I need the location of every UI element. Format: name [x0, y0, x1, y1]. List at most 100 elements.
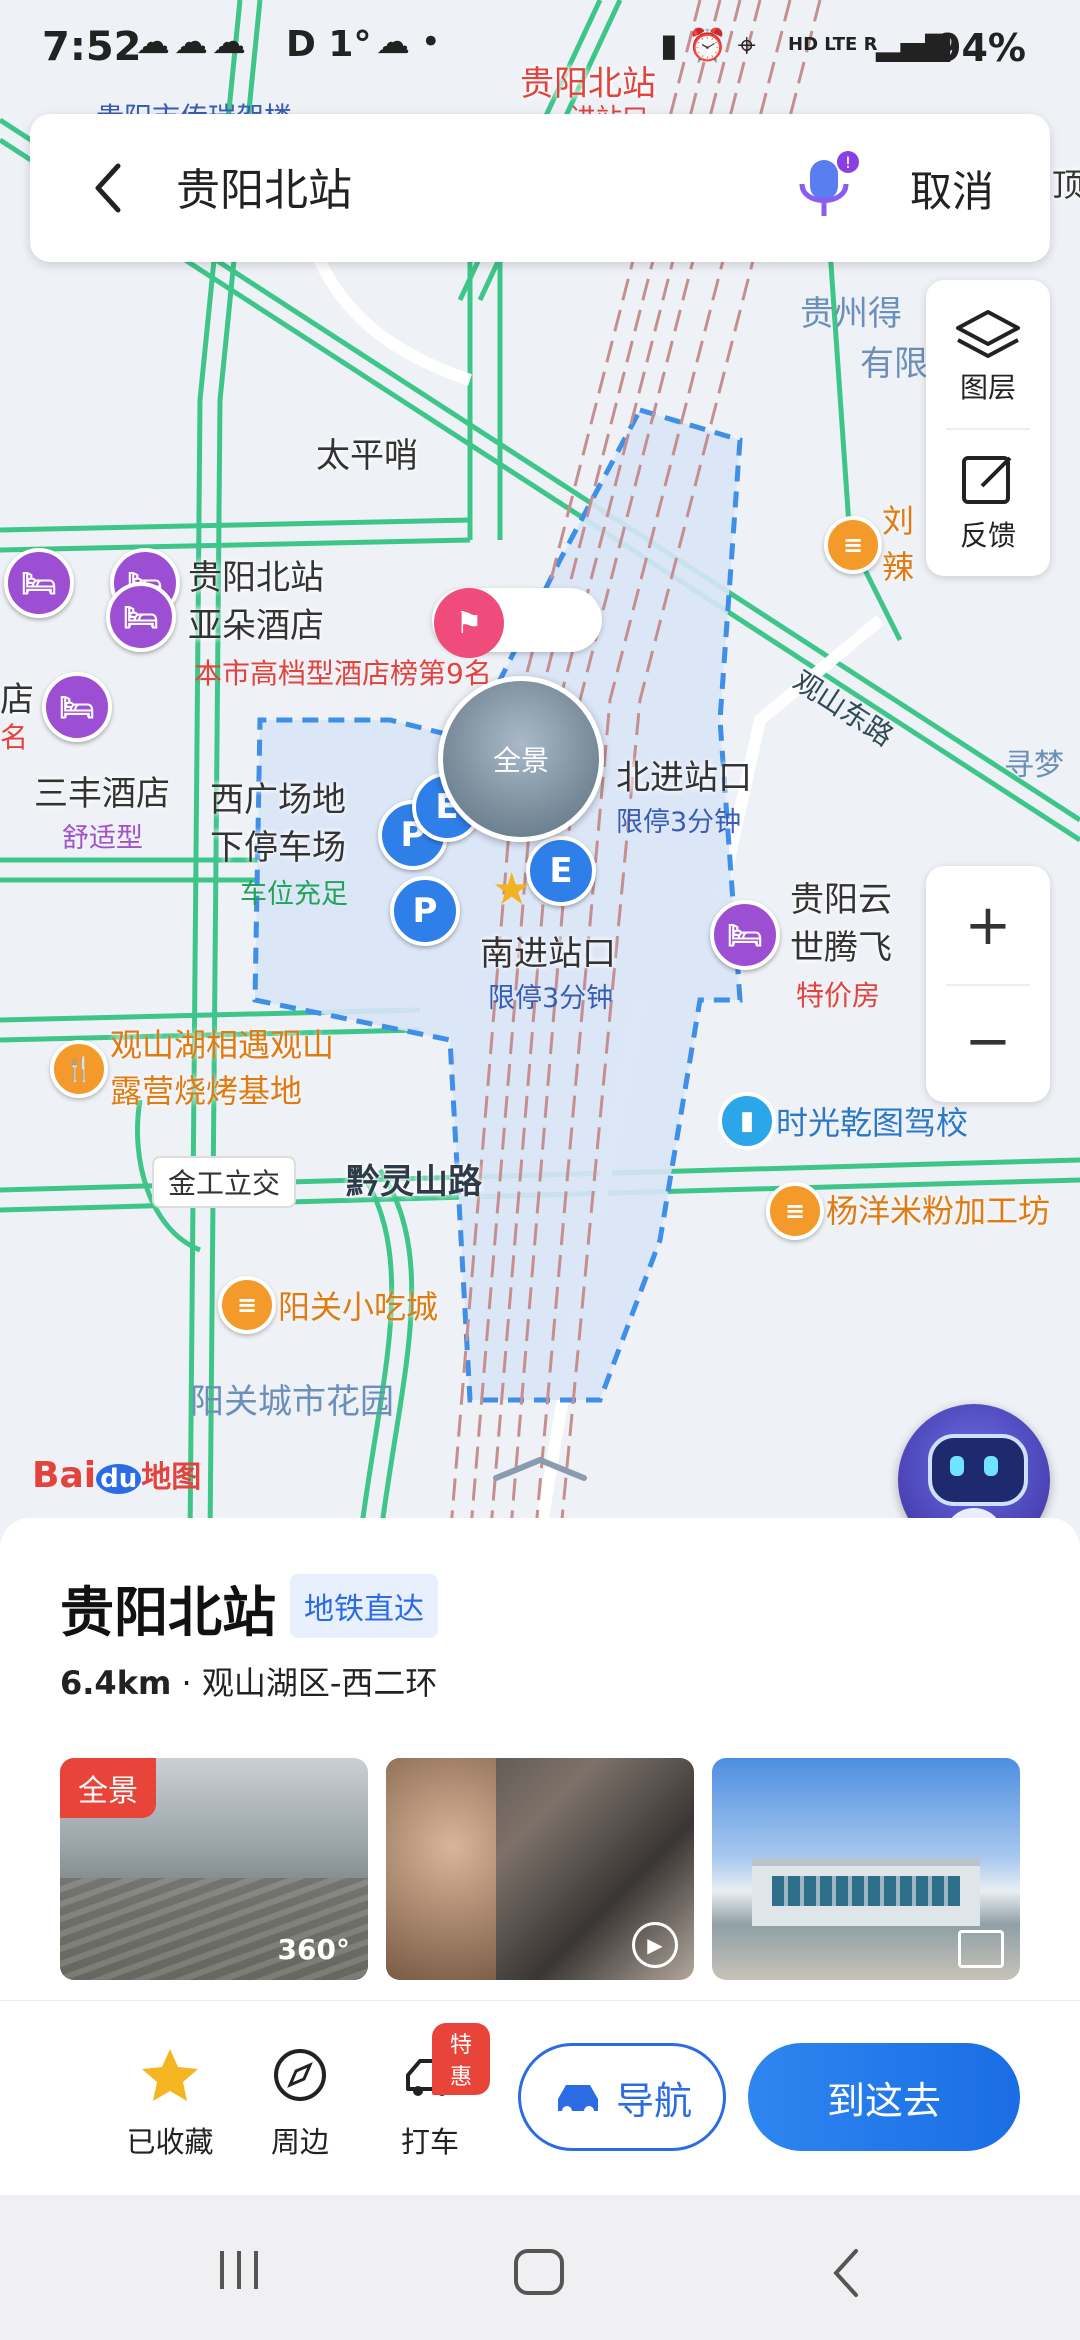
place-distance: 6.4km	[60, 1664, 172, 1702]
favorite-label: 已收藏	[126, 2125, 214, 2159]
taxi-promo-badge: 特惠	[432, 2023, 490, 2095]
poi-label-company2: 有限	[860, 344, 928, 384]
poi-label-rice-noodle[interactable]: 杨洋米粉加工坊	[826, 1186, 1050, 1232]
panorama-label: 全景	[492, 744, 549, 777]
hotel-name-line2[interactable]: 亚朵酒店	[188, 598, 324, 647]
panorama-photo[interactable]: 全景 360°	[60, 1758, 368, 1980]
home-icon[interactable]	[512, 2247, 568, 2301]
area-label-yangguan-garden: 阳关城市花园	[190, 1382, 394, 1422]
go-here-button[interactable]: 到这去	[748, 2043, 1020, 2151]
car-icon	[557, 2085, 598, 2116]
zoom-controls: + −	[926, 866, 1050, 1102]
search-query[interactable]: 贵阳北站	[176, 154, 352, 218]
system-nav-bar	[0, 2195, 1080, 2340]
layers-button[interactable]: 图层	[926, 280, 1050, 426]
poi-label-bbq1[interactable]: 观山湖相遇观山	[110, 1020, 334, 1066]
panorama-tag: 全景	[60, 1758, 156, 1818]
poi-label-company[interactable]: 贵州得	[800, 286, 902, 335]
star-icon	[142, 2049, 198, 2101]
navigate-label: 导航	[615, 2078, 692, 2123]
video-photo[interactable]: ▶	[386, 1758, 694, 1980]
poi-label-driving-school[interactable]: 时光乾图驾校	[776, 1098, 968, 1144]
navigate-button[interactable]: 导航	[518, 2043, 726, 2151]
action-bar: 已收藏 周边 打车 特惠 导航 到这去	[0, 2000, 1080, 2196]
taxi-button[interactable]: 打车 特惠	[370, 2023, 490, 2161]
divider	[946, 984, 1030, 986]
hotel-left-rank: 名	[0, 721, 29, 754]
back-arrow-icon[interactable]	[88, 158, 128, 218]
north-entry-label[interactable]: 北进站口	[616, 750, 752, 799]
status-icons: ▮ ⏰ ⌖	[660, 26, 756, 64]
hotel-left-label: 店	[0, 680, 34, 720]
restaurant-icon[interactable]: ≡	[824, 516, 882, 574]
feedback-button[interactable]: 反馈	[926, 430, 1050, 576]
play-icon: ▶	[632, 1922, 678, 1968]
zoom-in-button[interactable]: +	[926, 876, 1050, 976]
south-entry-limit: 限停3分钟	[488, 983, 614, 1014]
place-title: 贵阳北站	[60, 1581, 276, 1644]
hotel-label-yunding1[interactable]: 贵阳云	[790, 872, 892, 921]
nearby-button[interactable]: 周边	[240, 2045, 360, 2161]
map-tools-card: 图层 反馈	[926, 280, 1050, 576]
hotel-label-sanfeng[interactable]: 三丰酒店	[34, 766, 170, 815]
hotel-icon[interactable]: 🛏	[42, 672, 112, 742]
poi-label-topright: 顶	[1052, 166, 1080, 204]
poi-label-xunmeng: 寻梦	[1004, 748, 1064, 783]
zoom-out-button[interactable]: −	[926, 992, 1050, 1092]
baidu-logo: Bai du 地图	[32, 1455, 202, 1496]
network-text: HD LTE R	[788, 34, 878, 55]
feedback-label: 反馈	[959, 519, 1016, 552]
station-photo[interactable]	[712, 1758, 1020, 1980]
compass-icon	[274, 2049, 326, 2101]
feedback-edit-icon	[962, 456, 1012, 504]
parking-icon[interactable]: P	[390, 876, 460, 946]
weather-icons: ☁☁☁	[136, 22, 250, 62]
area-label-taipingshao: 太平哨	[316, 436, 418, 476]
hotel-rank: 本市高档型酒店榜第9名	[194, 657, 492, 690]
south-entry-label[interactable]: 南进站口	[480, 926, 616, 975]
poi-label-liu[interactable]: 刘	[882, 496, 914, 542]
panorama-bubble[interactable]: 全景	[438, 676, 604, 842]
station-star-icon[interactable]: ★	[492, 864, 531, 915]
taxi-label: 打车	[400, 2125, 459, 2159]
weather-icon: ☁ •	[376, 22, 441, 62]
cancel-button[interactable]: 取消	[910, 158, 994, 219]
place-area: 观山湖区-西二环	[201, 1664, 438, 1702]
hotel-icon[interactable]: 🛏	[710, 900, 780, 970]
interchange-label: 金工立交	[152, 1156, 297, 1208]
hotel-label-yunding2[interactable]: 世腾飞	[790, 920, 892, 969]
school-icon[interactable]: ▮	[718, 1092, 776, 1150]
nearby-label: 周边	[270, 2125, 329, 2159]
battery-level: 94%	[935, 26, 1026, 70]
voice-mic-icon[interactable]: !	[790, 150, 866, 226]
parking-label-line2[interactable]: 下停车场	[210, 820, 346, 869]
entrance-icon[interactable]: E	[526, 836, 596, 906]
poi-label-bbq2[interactable]: 露营烧烤基地	[110, 1066, 302, 1112]
panorama-360-label: 360°	[277, 1933, 350, 1966]
hotel-price-yunding: 特价房	[796, 979, 881, 1012]
sheet-handle-chevron[interactable]	[490, 1454, 590, 1484]
svg-text:!: !	[845, 153, 851, 172]
recent-apps-icon[interactable]	[214, 2245, 264, 2299]
road-label-qianling: 黔灵山路	[346, 1162, 482, 1202]
metro-badge: 地铁直达	[290, 1574, 438, 1638]
poi-label-yangguan-food[interactable]: 阳关小吃城	[278, 1282, 438, 1328]
hotel-type-sanfeng: 舒适型	[62, 823, 143, 854]
favorite-button[interactable]: 已收藏	[110, 2045, 230, 2161]
restaurant-icon[interactable]: ≡	[766, 1182, 824, 1240]
restaurant-icon[interactable]: ≡	[218, 1276, 276, 1334]
hotel-icon[interactable]: 🛏	[106, 582, 176, 652]
parking-label-line1[interactable]: 西广场地	[210, 772, 346, 821]
flag-icon[interactable]: ⚑	[434, 588, 504, 658]
north-entry-limit: 限停3分钟	[616, 807, 742, 838]
poi-label-liu2: 辣	[882, 548, 915, 586]
back-icon[interactable]	[826, 2245, 866, 2305]
image-gallery-icon	[958, 1930, 1004, 1968]
layers-label: 图层	[959, 371, 1016, 404]
parking-status: 车位充足	[240, 879, 348, 910]
hotel-icon[interactable]: 🛏	[4, 548, 74, 618]
search-bar[interactable]: 贵阳北站 ! 取消	[30, 114, 1050, 262]
weather-temp: D 1°	[286, 24, 372, 65]
restaurant-icon[interactable]: 🍴	[50, 1040, 108, 1098]
hotel-name-line1[interactable]: 贵阳北站	[188, 550, 324, 599]
